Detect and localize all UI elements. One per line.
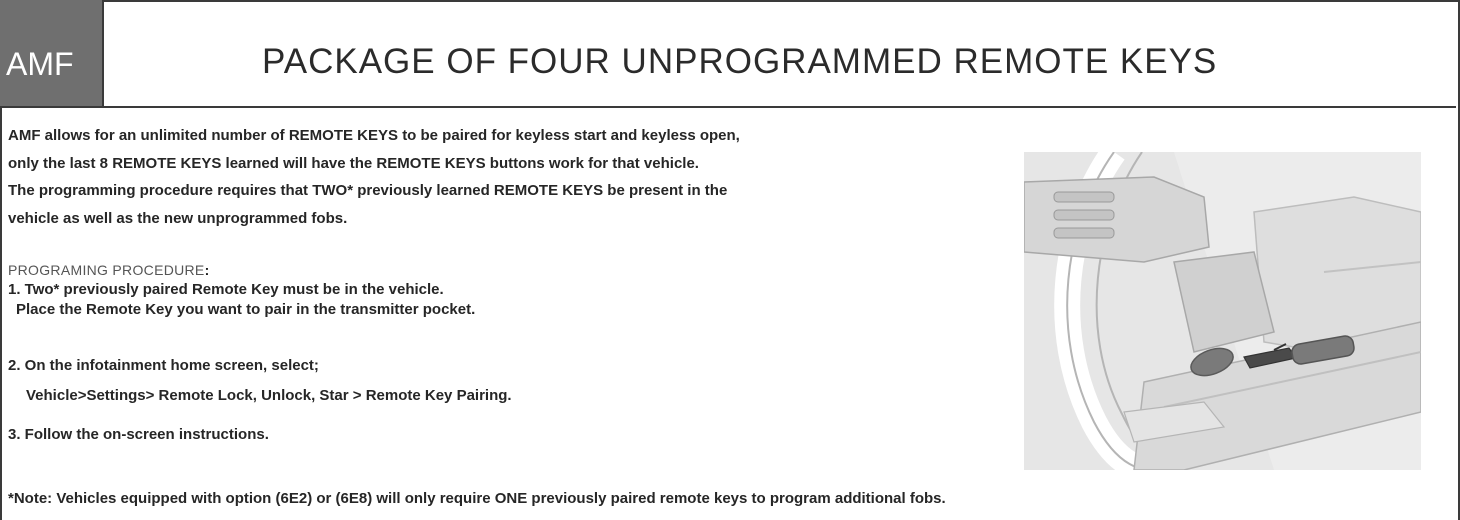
procedure-step-2: 2. On the infotainment home screen, sele… bbox=[8, 356, 512, 406]
step-2-line-1: 2. On the infotainment home screen, sele… bbox=[8, 357, 319, 374]
intro-line: The programming procedure requires that … bbox=[8, 182, 728, 199]
page-title: PACKAGE OF FOUR UNPROGRAMMED REMOTE KEYS bbox=[262, 42, 1218, 81]
step-1-line-1: 1. Two* previously paired Remote Key mus… bbox=[8, 281, 444, 298]
intro-paragraph: AMF allows for an unlimited number of RE… bbox=[8, 122, 968, 232]
intro-line: AMF allows for an unlimited number of RE… bbox=[8, 127, 740, 144]
transmitter-pocket-illustration bbox=[1024, 152, 1421, 470]
step-2-line-2: Vehicle>Settings> Remote Lock, Unlock, S… bbox=[26, 387, 512, 404]
intro-line: only the last 8 REMOTE KEYS learned will… bbox=[8, 154, 699, 172]
procedure-heading-text: PROGRAMING PROCEDURE bbox=[8, 262, 205, 278]
procedure-heading-colon: : bbox=[204, 262, 210, 278]
step-1-line-2: Place the Remote Key you want to pair in… bbox=[16, 301, 476, 318]
procedure-step-1: 1. Two* previously paired Remote Key mus… bbox=[8, 280, 475, 320]
procedure-heading: PROGRAMING PROCEDURE: bbox=[8, 262, 210, 278]
product-code: AMF bbox=[6, 46, 74, 82]
header: AMF PACKAGE OF FOUR UNPROGRAMMED REMOTE … bbox=[0, 0, 1456, 108]
footnote: *Note: Vehicles equipped with option (6E… bbox=[8, 490, 946, 507]
intro-line: vehicle as well as the new unprogrammed … bbox=[8, 209, 348, 227]
code-box: AMF bbox=[0, 0, 104, 106]
step-3-line-1: 3. Follow the on-screen instructions. bbox=[8, 426, 269, 443]
procedure-step-3: 3. Follow the on-screen instructions. bbox=[8, 425, 269, 445]
